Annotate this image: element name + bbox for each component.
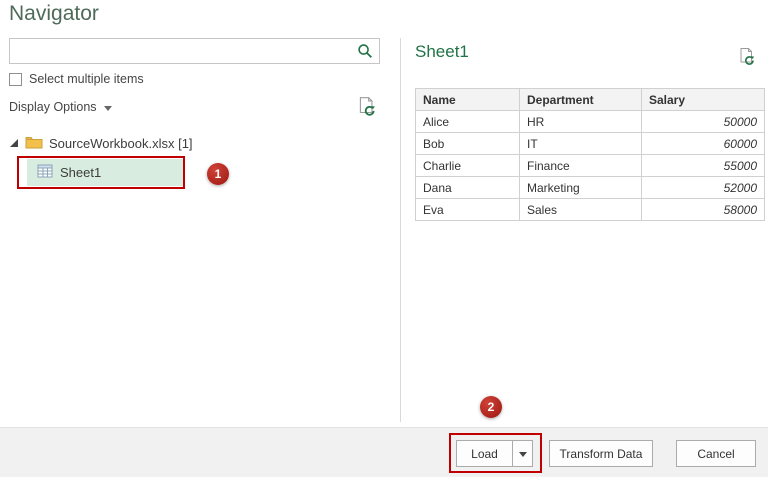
tree-item-sheet1[interactable]: Sheet1 [27,159,184,186]
cell-name: Bob [415,132,520,155]
refresh-document-icon[interactable] [356,96,378,118]
workbook-label: SourceWorkbook.xlsx [1] [49,135,193,151]
display-options-label: Display Options [9,100,97,114]
search-input[interactable] [10,39,357,63]
cell-name: Charlie [415,154,520,177]
cell-department: Marketing [519,176,642,199]
transform-data-button[interactable]: Transform Data [549,440,653,467]
preview-table: Name Department Salary Alice HR 50000 Bo… [415,88,765,221]
column-header-name: Name [415,88,520,111]
cell-department: IT [519,132,642,155]
dialog-title: Navigator [9,2,99,25]
preview-title: Sheet1 [415,42,469,61]
table-row: Charlie Finance 55000 [415,154,765,177]
table-row: Eva Sales 58000 [415,198,765,221]
annotation-step-1-badge: 1 [207,163,229,185]
table-header-row: Name Department Salary [415,88,765,111]
cell-salary: 60000 [641,132,765,155]
refresh-preview-icon[interactable] [737,47,757,67]
chevron-down-icon [518,451,527,457]
annotation-step-2-badge: 2 [480,396,502,418]
folder-icon [25,135,43,152]
table-row: Dana Marketing 52000 [415,176,765,199]
cell-salary: 55000 [641,154,765,177]
load-button[interactable]: Load [456,440,513,467]
column-header-salary: Salary [641,88,765,111]
column-header-department: Department [519,88,642,111]
worksheet-icon [37,164,53,181]
cell-name: Dana [415,176,520,199]
panel-divider [400,38,401,422]
load-dropdown-button[interactable] [512,440,533,467]
cell-salary: 58000 [641,198,765,221]
cell-department: HR [519,110,642,133]
cancel-button[interactable]: Cancel [676,440,756,467]
cell-department: Sales [519,198,642,221]
tree-item-workbook[interactable]: SourceWorkbook.xlsx [1] [9,132,193,154]
select-multiple-label: Select multiple items [29,72,144,86]
table-row: Alice HR 50000 [415,110,765,133]
cell-salary: 50000 [641,110,765,133]
cell-name: Alice [415,110,520,133]
select-multiple-row: Select multiple items [9,72,144,86]
sheet-label: Sheet1 [60,165,102,180]
chevron-down-icon [103,105,112,111]
select-multiple-checkbox[interactable] [9,72,22,86]
tree-expand-icon[interactable] [9,138,19,148]
table-row: Bob IT 60000 [415,132,765,155]
search-box [9,38,380,64]
cell-department: Finance [519,154,642,177]
navigator-dialog: Navigator Select multiple items Display … [0,0,768,477]
cell-salary: 52000 [641,176,765,199]
display-options-dropdown[interactable]: Display Options [9,100,112,114]
cell-name: Eva [415,198,520,221]
search-icon [357,43,373,59]
